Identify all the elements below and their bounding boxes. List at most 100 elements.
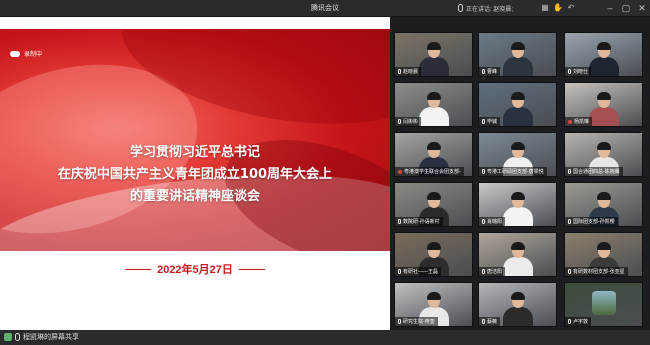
recording-indicator: 录制中 xyxy=(10,49,42,58)
share-status-label: 程凯琳的屏幕共享 xyxy=(23,334,79,341)
participant-name: 粤港工研硕团支部-唐梁悦 xyxy=(487,169,544,175)
mic-icon xyxy=(568,269,571,274)
participant-name: 粤港澳学生联合会团支部- xyxy=(404,169,461,175)
participant-tile[interactable]: 国际团支部-孙凯樱 xyxy=(564,182,643,227)
participant-name-bar: 蔡薇 xyxy=(479,317,501,326)
minimize-icon[interactable]: – xyxy=(604,2,616,14)
participant-tile[interactable]: 蔡薇 xyxy=(478,282,557,327)
person-hair xyxy=(596,242,611,250)
close-icon[interactable]: ✕ xyxy=(636,2,648,14)
slide-title-line-1: 学习贯彻习近平总书记 xyxy=(129,145,260,160)
cloud-icon xyxy=(10,50,20,57)
mic-icon xyxy=(398,219,401,224)
grid-view-icon[interactable]: ▦ xyxy=(540,3,550,13)
person-hair xyxy=(596,142,611,150)
person-hair xyxy=(510,192,525,200)
recording-label: 录制中 xyxy=(24,52,43,58)
participant-tile[interactable]: 粤港工研硕团支部-唐梁悦 xyxy=(478,132,557,177)
participant-tile[interactable]: 赵晓晨 xyxy=(394,32,473,77)
participant-name-bar: 肖璐阳 xyxy=(479,217,506,226)
avatar xyxy=(592,291,616,315)
mic-muted-icon xyxy=(398,169,402,174)
participant-name-bar: 曹峰 xyxy=(479,67,501,76)
person-hair xyxy=(596,42,611,50)
participant-name-bar: 有研社——王磊 xyxy=(395,267,442,276)
mic-icon xyxy=(398,319,401,324)
person-hair xyxy=(426,242,441,250)
participant-name: 国合通团四总-陈婉鹰 xyxy=(573,169,620,175)
person-body xyxy=(502,207,533,226)
date-dash-right xyxy=(238,268,265,270)
participant-name: 肖璐阳 xyxy=(487,219,503,225)
person-body xyxy=(588,57,619,76)
person-hair xyxy=(510,142,525,150)
participant-tile[interactable]: 毕铖 xyxy=(478,82,557,127)
participant-name: 曹峰 xyxy=(487,69,498,75)
slide-banner: 录制中 学习贯彻习近平总书记 在庆祝中国共产主义青年团成立100周年大会上 的重… xyxy=(0,29,390,251)
participant-tile[interactable]: 数院研-孙语新村 xyxy=(394,182,473,227)
participant-tile[interactable]: 粤港澳学生联合会团支部- xyxy=(394,132,473,177)
share-screen-icon xyxy=(4,333,12,341)
participant-tile[interactable]: 刘晓仕 xyxy=(564,32,643,77)
person-body xyxy=(418,57,449,76)
title-bar: 腾讯会议 正在讲话: 赵晓晨; ▦ ✋ ↶ – ▢ ✕ xyxy=(0,0,650,17)
person-hair xyxy=(426,42,441,50)
participant-name: 有研社——王磊 xyxy=(403,269,439,275)
person-hair xyxy=(596,92,611,100)
participant-tile[interactable]: 研究生院-蒋奎 xyxy=(394,282,473,327)
shared-screen: 录制中 学习贯彻习近平总书记 在庆祝中国共产主义青年团成立100周年大会上 的重… xyxy=(0,17,390,330)
participant-name-bar: 数院研-孙语新村 xyxy=(395,217,443,226)
participant-name: 唐洁阳 xyxy=(487,269,503,275)
person-hair xyxy=(426,192,441,200)
participant-tile[interactable]: 唐洁阳 xyxy=(478,232,557,277)
mic-icon xyxy=(482,119,485,124)
participant-video xyxy=(501,190,535,226)
mic-icon xyxy=(398,269,401,274)
person-body xyxy=(502,57,533,76)
participant-name: 刘晓仕 xyxy=(573,69,589,75)
participant-tile[interactable]: 有研社——王磊 xyxy=(394,232,473,277)
participant-name-bar: 卢宇敦 xyxy=(565,317,592,326)
slide-title-line-3: 的重要讲话精神座谈会 xyxy=(129,189,260,204)
person-body xyxy=(588,107,619,126)
participant-video xyxy=(501,240,535,276)
participant-name: 杨凯琳 xyxy=(574,119,590,125)
slide-date: 2022年5月27日 xyxy=(0,261,390,277)
participant-tile[interactable]: 曹峰 xyxy=(478,32,557,77)
mic-icon xyxy=(398,119,401,124)
participant-video xyxy=(501,90,535,126)
participant-name: 毕铖 xyxy=(487,119,498,125)
participant-tile[interactable]: 国合通团四总-陈婉鹰 xyxy=(564,132,643,177)
hand-icon[interactable]: ✋ xyxy=(553,3,563,13)
participant-name-bar: 国际团支部-孙凯樱 xyxy=(565,217,618,226)
mic-icon xyxy=(482,69,485,74)
slide-title-line-2: 在庆祝中国共产主义青年团成立100周年大会上 xyxy=(57,167,333,182)
participant-tile[interactable]: 肖璐阳 xyxy=(478,182,557,227)
mic-icon xyxy=(482,319,485,324)
maximize-icon[interactable]: ▢ xyxy=(620,2,632,14)
participant-video xyxy=(417,40,451,76)
back-icon[interactable]: ↶ xyxy=(566,3,576,13)
participant-name-bar: 毕铖 xyxy=(479,117,501,126)
mic-icon xyxy=(482,169,485,174)
participant-name: 闫彬彬 xyxy=(403,119,419,125)
status-bar: 程凯琳的屏幕共享 xyxy=(0,330,650,345)
participant-tile[interactable]: 有研数材团支部-张亚星 xyxy=(564,232,643,277)
participant-video xyxy=(501,40,535,76)
person-hair xyxy=(426,92,441,100)
person-hair xyxy=(426,292,441,300)
participant-name-bar: 粤港工研硕团支部-唐梁悦 xyxy=(479,167,547,176)
mic-icon xyxy=(568,169,571,174)
participant-name: 有研数材团支部-张亚星 xyxy=(573,269,625,275)
person-body xyxy=(418,107,449,126)
participant-tile[interactable]: 杨凯琳 xyxy=(564,82,643,127)
speaking-label: 正在讲话: 赵晓晨; xyxy=(466,6,514,13)
participant-name: 数院研-孙语新村 xyxy=(403,219,440,225)
participant-tile[interactable]: 卢宇敦 xyxy=(564,282,643,327)
mic-icon xyxy=(458,4,463,12)
person-body xyxy=(502,107,533,126)
mic-icon xyxy=(482,269,485,274)
screen-share-status[interactable]: 程凯琳的屏幕共享 xyxy=(4,332,79,342)
participant-tile[interactable]: 闫彬彬 xyxy=(394,82,473,127)
participant-video xyxy=(501,290,535,326)
